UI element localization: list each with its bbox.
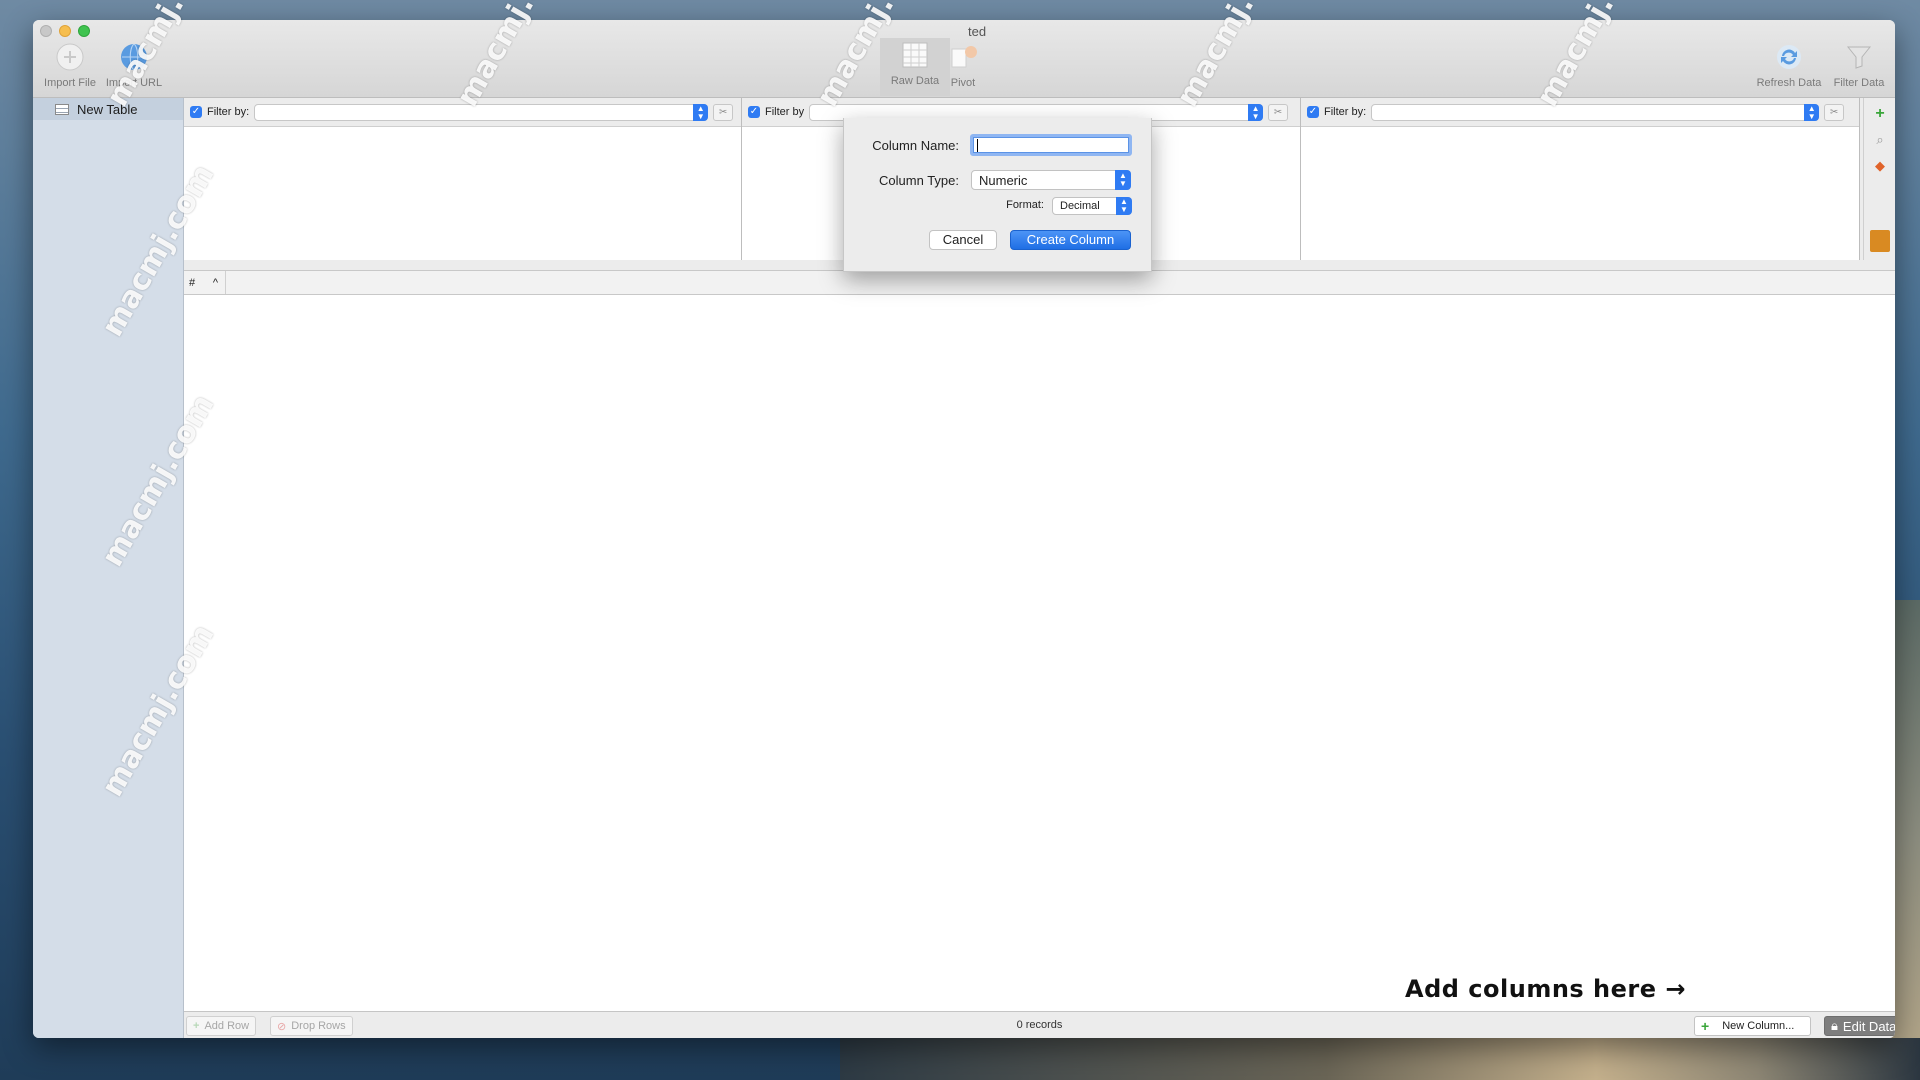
funnel-icon xyxy=(1842,40,1876,74)
column-type-select[interactable]: Numeric ▲ ▼ xyxy=(971,170,1131,190)
filter-clear-button[interactable]: ✂ xyxy=(1268,103,1289,121)
edit-data-label: Edit Data xyxy=(1842,1018,1895,1034)
pivot-button[interactable]: Pivot xyxy=(943,40,983,89)
toolbar: ted Import File Import URL Raw Data Pivo… xyxy=(33,20,1895,98)
sort-indicator[interactable]: ^ xyxy=(206,271,226,294)
table-header: # ^ xyxy=(184,270,1895,295)
refresh-icon xyxy=(1772,40,1806,74)
text-caret xyxy=(977,139,978,152)
filter-values-list[interactable] xyxy=(1301,126,1859,260)
filter-checkbox[interactable]: ✓ xyxy=(190,106,202,118)
filter-header: ✓ Filter by: ▲ ▼ ✂ xyxy=(184,98,741,126)
select-arrows-icon: ▲ ▼ xyxy=(1115,170,1131,190)
zoom-window-button[interactable] xyxy=(78,25,90,37)
format-value: Decimal xyxy=(1060,200,1100,212)
sidebar: New Table xyxy=(33,98,184,1038)
filter-clear-button[interactable]: ✂ xyxy=(1824,103,1845,121)
column-name-label: Column Name: xyxy=(872,138,959,153)
lock-icon: 🔒︎ xyxy=(1831,1018,1838,1033)
filter-column-select[interactable]: ▲ ▼ xyxy=(254,103,709,121)
globe-icon xyxy=(117,40,151,74)
format-select[interactable]: Decimal ▲ ▼ xyxy=(1052,197,1132,215)
column-type-label: Column Type: xyxy=(879,173,959,188)
column-type-value: Numeric xyxy=(979,172,1028,188)
filter-pane-3: ✓ Filter by: ▲ ▼ ✂ xyxy=(1301,98,1860,260)
window-controls xyxy=(40,25,90,37)
create-column-button[interactable]: Create Column xyxy=(1010,230,1131,250)
column-header-index[interactable]: # xyxy=(184,277,206,289)
filter-checkbox[interactable]: ✓ xyxy=(748,106,760,118)
minimize-window-button[interactable] xyxy=(59,25,71,37)
window-title: ted xyxy=(968,24,987,39)
desktop-rocks xyxy=(840,1038,1920,1080)
filter-values-list[interactable] xyxy=(184,126,741,260)
grid-icon xyxy=(898,38,932,72)
filter-label: Filter by xyxy=(765,106,805,118)
zoom-icon[interactable]: ⌕ xyxy=(1870,130,1890,150)
column-name-input[interactable] xyxy=(970,134,1132,156)
close-window-button[interactable] xyxy=(40,25,52,37)
sidebar-item-label: New Table xyxy=(77,101,138,117)
import-file-icon xyxy=(53,40,87,74)
refresh-data-label: Refresh Data xyxy=(1756,77,1822,89)
filter-checkbox[interactable]: ✓ xyxy=(1307,106,1319,118)
database-icon[interactable] xyxy=(1870,230,1890,252)
pivot-icon xyxy=(946,40,980,74)
import-file-label: Import File xyxy=(44,77,96,89)
filter-header: ✓ Filter by: ▲ ▼ ✂ xyxy=(1301,98,1859,126)
import-file-button[interactable]: Import File xyxy=(35,40,105,89)
new-column-label: New Column... xyxy=(1722,1020,1795,1032)
edit-data-button[interactable]: 🔒︎ Edit Data xyxy=(1824,1016,1895,1036)
filter-column-select[interactable]: ▲ ▼ xyxy=(1371,103,1820,121)
format-label: Format: xyxy=(1006,199,1044,211)
filter-label: Filter by: xyxy=(1324,106,1367,118)
select-arrows-icon: ▲ ▼ xyxy=(1248,103,1264,121)
select-arrows-icon: ▲ ▼ xyxy=(693,103,709,121)
app-window: ted Import File Import URL Raw Data Pivo… xyxy=(33,20,1895,1038)
raw-data-button[interactable]: Raw Data xyxy=(880,38,950,96)
import-url-label: Import URL xyxy=(105,77,163,89)
filter-pane-1: ✓ Filter by: ▲ ▼ ✂ xyxy=(184,98,742,260)
add-filter-icon[interactable]: + xyxy=(1870,104,1890,124)
filter-label: Filter by: xyxy=(207,106,250,118)
table-body[interactable] xyxy=(184,295,1895,1011)
refresh-data-button[interactable]: Refresh Data xyxy=(1754,40,1824,89)
records-count: 0 records xyxy=(1016,1019,1063,1031)
plus-icon: + xyxy=(1701,1018,1710,1034)
import-url-button[interactable]: Import URL xyxy=(99,40,169,89)
sidebar-item-new-table[interactable]: New Table xyxy=(33,98,183,120)
new-column-button[interactable]: + New Column... xyxy=(1694,1016,1811,1036)
filter-data-label: Filter Data xyxy=(1833,77,1885,89)
pivot-label: Pivot xyxy=(950,77,976,89)
add-columns-annotation: Add columns here → xyxy=(1405,975,1686,1003)
filter-rail: + ⌕ ◆ xyxy=(1863,98,1895,260)
new-column-dialog: Column Name: Column Type: Numeric ▲ ▼ For… xyxy=(843,118,1152,272)
select-arrows-icon: ▲ ▼ xyxy=(1804,103,1820,121)
table-icon xyxy=(55,103,69,115)
select-arrows-icon: ▲ ▼ xyxy=(1116,197,1132,215)
bottom-bar: + Add Row ⊘ Drop Rows 0 records + New Co… xyxy=(184,1011,1895,1038)
filter-clear-button[interactable]: ✂ xyxy=(713,103,734,121)
cancel-button[interactable]: Cancel xyxy=(929,230,997,250)
eraser-icon[interactable]: ◆ xyxy=(1870,156,1890,176)
raw-data-label: Raw Data xyxy=(890,75,940,87)
filter-data-button[interactable]: Filter Data xyxy=(1824,40,1894,89)
